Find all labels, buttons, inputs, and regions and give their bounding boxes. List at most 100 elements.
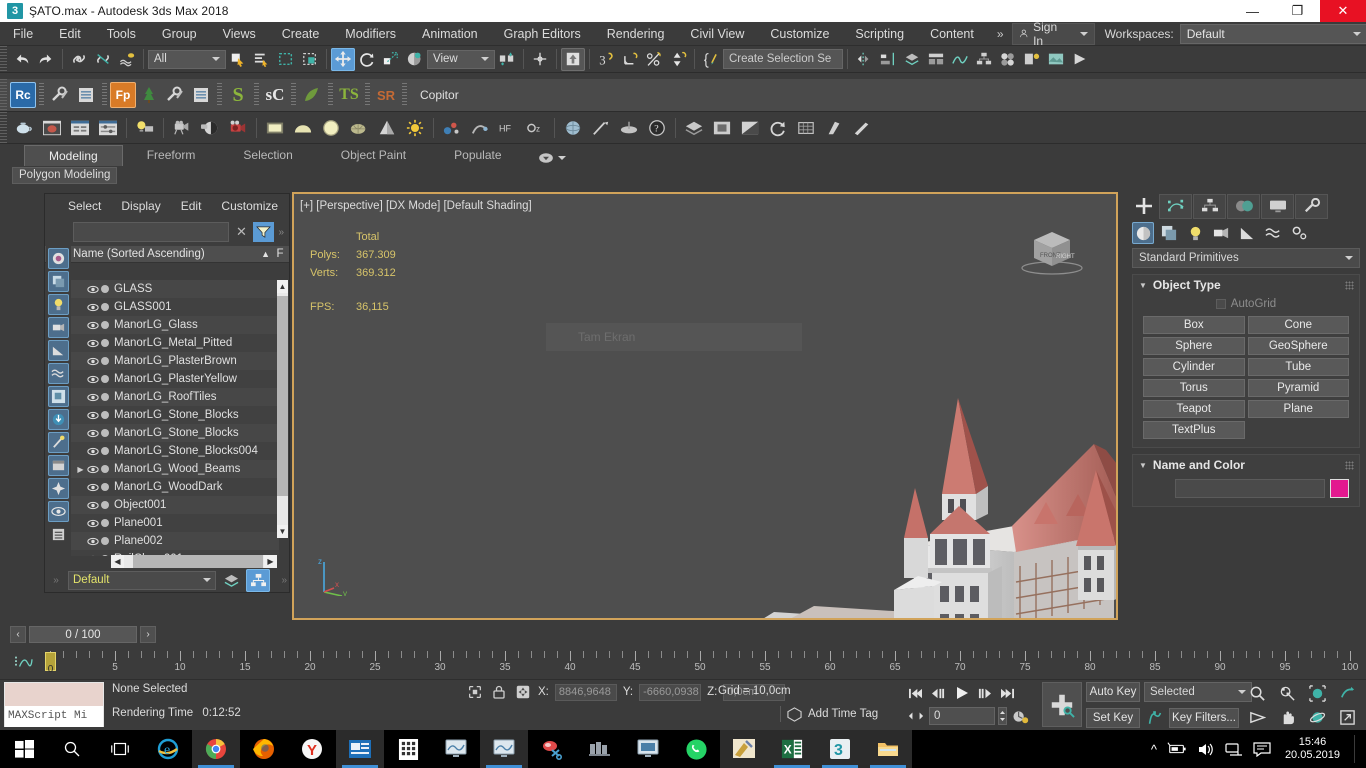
schematic-view-icon[interactable] [972,48,996,71]
key-filters-button[interactable]: Key Filters... [1169,707,1239,728]
list-item[interactable]: GLASS001 [71,298,279,316]
freeze-toggle-icon[interactable] [101,375,109,383]
visibility-toggle-icon[interactable] [86,411,100,420]
orbit-icon[interactable] [1302,706,1332,730]
next-frame-icon[interactable] [974,683,995,704]
rollout-grip[interactable] [1345,460,1354,470]
key-selection-select[interactable]: Selected [1144,682,1252,702]
sini-clone-icon[interactable]: sC [262,82,288,108]
select-and-scale-icon[interactable] [379,48,403,71]
list-item[interactable]: ManorLG_Glass [71,316,279,334]
explorer-overflow-icon[interactable]: » [278,227,284,238]
snipping-tool-icon[interactable] [528,730,576,768]
align-icon[interactable] [876,48,900,71]
pyramid-button[interactable]: Pyramid [1247,379,1349,397]
geometry-subtab[interactable] [1132,222,1154,244]
explorer-menu-edit[interactable]: Edit [172,199,211,213]
time-configuration-icon[interactable] [1010,706,1031,727]
list-item[interactable]: ManorLG_PlasterYellow [71,370,279,388]
task-view-icon[interactable] [96,730,144,768]
network-icon[interactable] [1225,742,1243,757]
list-item[interactable]: ManorLG_RoofTiles [71,388,279,406]
railclone-tools-icon[interactable] [47,82,73,108]
ribbon-tab-populate[interactable]: Populate [430,145,525,166]
curve-editor-icon[interactable] [948,48,972,71]
cylinder-button[interactable]: Cylinder [1143,358,1245,376]
select-and-rotate-icon[interactable] [355,48,379,71]
render-setup-dialog-icon[interactable] [66,114,94,142]
viewcube[interactable]: FRONT RIGHT [1016,224,1088,276]
monitor-app2-icon[interactable] [480,730,528,768]
render-frame-window-icon[interactable] [38,114,66,142]
mirror-icon[interactable] [852,48,876,71]
systems-subtab[interactable] [1288,222,1310,244]
toggle-ribbon-icon[interactable] [924,48,948,71]
show-desktop-button[interactable] [1354,735,1358,763]
redo-icon[interactable] [34,48,58,71]
google-chrome-icon[interactable] [192,730,240,768]
geosphere-button[interactable]: GeoSphere [1247,337,1349,355]
scrollbar-thumb[interactable] [133,555,263,568]
workspace-select[interactable]: Default [1179,23,1366,44]
dish-icon[interactable] [615,114,643,142]
key-mode-toggle-icon[interactable] [1144,707,1165,728]
window-crossing-toggle-icon[interactable] [298,48,322,71]
textplus-button[interactable]: TextPlus [1143,421,1245,439]
add-time-tag-row[interactable]: Add Time Tag [780,706,878,722]
object-name-input[interactable] [1175,479,1325,498]
camera-match-icon[interactable] [196,114,224,142]
material-editor-icon[interactable] [996,48,1020,71]
autogrid-checkbox[interactable] [1215,299,1226,309]
freeze-toggle-icon[interactable] [101,483,109,491]
menu-graph-editors[interactable]: Graph Editors [491,22,594,46]
spinner-snap-icon[interactable] [666,48,690,71]
previous-frame-icon[interactable] [928,683,949,704]
display-list-icon[interactable] [48,524,69,545]
mask-icon[interactable] [736,114,764,142]
list-item[interactable]: Object001 [71,496,279,514]
name-and-color-header[interactable]: ▼ Name and Color [1133,455,1359,475]
select-and-move-icon[interactable] [331,47,355,71]
list-item[interactable]: ManorLG_PlasterBrown [71,352,279,370]
toolbar-grip[interactable] [0,112,7,143]
filter-icon[interactable] [253,222,275,242]
explorer-horizontal-scrollbar[interactable]: ◀ ▶ [111,555,277,568]
scroll-left-icon[interactable]: ◀ [111,555,124,568]
menu-group[interactable]: Group [149,22,210,46]
visibility-toggle-icon[interactable] [86,357,100,366]
yandex-browser-icon[interactable]: Y [288,730,336,768]
select-and-place-icon[interactable] [403,48,427,71]
visibility-toggle-icon[interactable] [86,447,100,456]
layer-explorer-icon[interactable] [219,569,243,592]
selection-lock-icon[interactable] [466,683,484,701]
unknown-app-icon[interactable] [576,730,624,768]
absolute-mode-icon[interactable] [514,683,532,701]
containers-filter-icon[interactable] [48,455,69,476]
battery-icon[interactable] [1167,742,1187,756]
modify-tab[interactable] [1159,193,1192,219]
internet-explorer-icon[interactable]: e [144,730,192,768]
visibility-toggle-icon[interactable] [86,465,100,474]
layers-icon[interactable] [680,114,708,142]
freeze-toggle-icon[interactable] [101,501,109,509]
ribbon-tab-selection[interactable]: Selection [219,145,316,166]
sini-icon[interactable]: S [225,82,251,108]
visibility-toggle-icon[interactable] [86,519,100,528]
select-by-name-icon[interactable] [250,48,274,71]
start-button[interactable] [0,730,48,768]
firefox-icon[interactable] [240,730,288,768]
toolbar-grip[interactable] [0,46,7,72]
render-setup-icon[interactable] [1020,48,1044,71]
edit-named-selection-sets-icon[interactable] [699,48,723,71]
rendered-frame-window-icon[interactable] [1044,48,1068,71]
menu-overflow-icon[interactable]: » [991,27,1010,41]
3dsmax-taskbar-icon[interactable]: 3 [816,730,864,768]
field-of-view-icon[interactable] [1242,706,1272,730]
expander-icon[interactable]: ▶ [75,465,86,474]
use-pivot-point-center-icon[interactable] [495,48,519,71]
current-frame-input[interactable]: 0 [929,707,995,725]
material-dome-swatch-icon[interactable] [289,114,317,142]
spacewarps-filter-icon[interactable] [48,363,69,384]
selection-filter-select[interactable]: All [148,49,226,69]
excel-icon[interactable]: X [768,730,816,768]
